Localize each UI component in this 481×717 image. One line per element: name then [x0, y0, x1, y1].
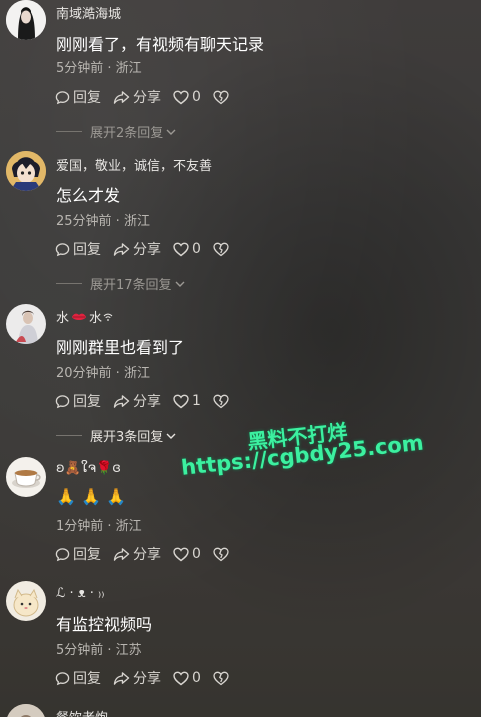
- share-button[interactable]: 分享: [113, 391, 161, 411]
- heart-icon: [173, 90, 189, 104]
- expand-replies-button[interactable]: 展开17条回复: [56, 274, 186, 293]
- like-button[interactable]: 0: [173, 89, 201, 105]
- broken-heart-icon: [213, 90, 229, 104]
- like-count: 0: [192, 89, 201, 105]
- comment-actions: 回复 分享 0: [55, 240, 244, 258]
- comment-meta: 5分钟前 · 浙江: [56, 61, 142, 76]
- divider-line: [56, 435, 82, 436]
- chevron-down-icon: [166, 129, 176, 135]
- broken-heart-icon: [213, 547, 229, 561]
- chevron-down-icon: [175, 281, 185, 287]
- share-button[interactable]: 分享: [113, 239, 161, 259]
- share-label: 分享: [133, 90, 161, 106]
- avatar[interactable]: [6, 581, 46, 621]
- username-text: 水: [56, 311, 70, 326]
- share-icon: [113, 547, 130, 561]
- share-label: 分享: [133, 394, 161, 410]
- reply-label: 回复: [73, 671, 101, 687]
- expand-replies-button[interactable]: 展开3条回复: [56, 426, 177, 445]
- reply-icon: [55, 242, 70, 256]
- share-label: 分享: [133, 242, 161, 258]
- like-button[interactable]: 1: [173, 393, 201, 409]
- like-button[interactable]: 0: [173, 241, 201, 257]
- expand-replies-label: 展开17条回复: [90, 278, 172, 293]
- comment-username[interactable]: 南域澔海城: [56, 3, 121, 22]
- comment-username[interactable]: ℒ · ᴥ · ₎₎: [56, 585, 104, 601]
- avatar[interactable]: [6, 704, 46, 717]
- reply-icon: [55, 547, 70, 561]
- broken-heart-icon: [213, 394, 229, 408]
- like-count: 0: [192, 670, 201, 686]
- like-count: 1: [192, 393, 201, 409]
- dislike-button[interactable]: [213, 90, 232, 105]
- dislike-button[interactable]: [213, 671, 232, 686]
- like-button[interactable]: 0: [173, 546, 201, 562]
- comment-text: 怎么才发: [56, 186, 121, 205]
- reply-button[interactable]: 回复: [55, 544, 101, 564]
- share-icon: [113, 671, 130, 685]
- background-shade: [0, 0, 481, 717]
- wifi-icon: [103, 313, 113, 321]
- comment-actions: 回复 分享 1: [55, 392, 244, 410]
- heart-icon: [173, 547, 189, 561]
- reply-button[interactable]: 回复: [55, 668, 101, 688]
- reply-label: 回复: [73, 90, 101, 106]
- reply-label: 回复: [73, 394, 101, 410]
- expand-replies-button[interactable]: 展开2条回复: [56, 122, 177, 141]
- chevron-down-icon: [166, 433, 176, 439]
- share-label: 分享: [133, 671, 161, 687]
- comment-username[interactable]: ʚ🧸ໃຈ🌹ɞ: [56, 461, 121, 476]
- reply-icon: [55, 671, 70, 685]
- comment-meta: 5分钟前 · 江苏: [56, 643, 142, 658]
- heart-icon: [173, 394, 189, 408]
- reply-icon: [55, 394, 70, 408]
- avatar[interactable]: [6, 304, 46, 344]
- like-button[interactable]: 0: [173, 670, 201, 686]
- heart-icon: [173, 671, 189, 685]
- comment-meta: 1分钟前 · 浙江: [56, 519, 142, 534]
- comment-meta: 20分钟前 · 浙江: [56, 366, 150, 381]
- dislike-button[interactable]: [213, 547, 232, 562]
- comment-actions: 回复 分享 0: [55, 88, 244, 106]
- comment-text: 刚刚群里也看到了: [56, 338, 185, 357]
- comment-username[interactable]: 爱国，敬业，诚信，不友善: [56, 155, 212, 174]
- reply-button[interactable]: 回复: [55, 391, 101, 411]
- avatar[interactable]: [6, 457, 46, 497]
- broken-heart-icon: [213, 671, 229, 685]
- share-label: 分享: [133, 547, 161, 563]
- reply-icon: [55, 90, 70, 104]
- share-icon: [113, 394, 130, 408]
- avatar[interactable]: [6, 151, 46, 191]
- reply-label: 回复: [73, 242, 101, 258]
- lips-icon: [72, 313, 87, 320]
- share-button[interactable]: 分享: [113, 87, 161, 107]
- username-text: 水: [89, 311, 103, 326]
- divider-line: [56, 131, 82, 132]
- comment-actions: 回复 分享 0: [55, 669, 244, 687]
- share-button[interactable]: 分享: [113, 668, 161, 688]
- comment-text: 刚刚看了，有视频有聊天记录: [56, 35, 265, 54]
- expand-replies-label: 展开3条回复: [90, 430, 164, 445]
- share-icon: [113, 90, 130, 104]
- comment-username[interactable]: 餐饮老炮: [56, 707, 108, 717]
- like-count: 0: [192, 546, 201, 562]
- dislike-button[interactable]: [213, 394, 232, 409]
- divider-line: [56, 283, 82, 284]
- reply-button[interactable]: 回复: [55, 87, 101, 107]
- comment-username[interactable]: 水 水: [56, 307, 113, 326]
- broken-heart-icon: [213, 242, 229, 256]
- reply-button[interactable]: 回复: [55, 239, 101, 259]
- comment-text: 🙏 🙏 🙏: [56, 487, 126, 506]
- dislike-button[interactable]: [213, 242, 232, 257]
- heart-icon: [173, 242, 189, 256]
- comment-actions: 回复 分享 0: [55, 545, 244, 563]
- share-icon: [113, 242, 130, 256]
- reply-label: 回复: [73, 547, 101, 563]
- like-count: 0: [192, 241, 201, 257]
- comment-meta: 25分钟前 · 浙江: [56, 214, 150, 229]
- expand-replies-label: 展开2条回复: [90, 126, 164, 141]
- comment-text: 有监控视频吗: [56, 615, 153, 634]
- avatar[interactable]: [6, 0, 46, 40]
- share-button[interactable]: 分享: [113, 544, 161, 564]
